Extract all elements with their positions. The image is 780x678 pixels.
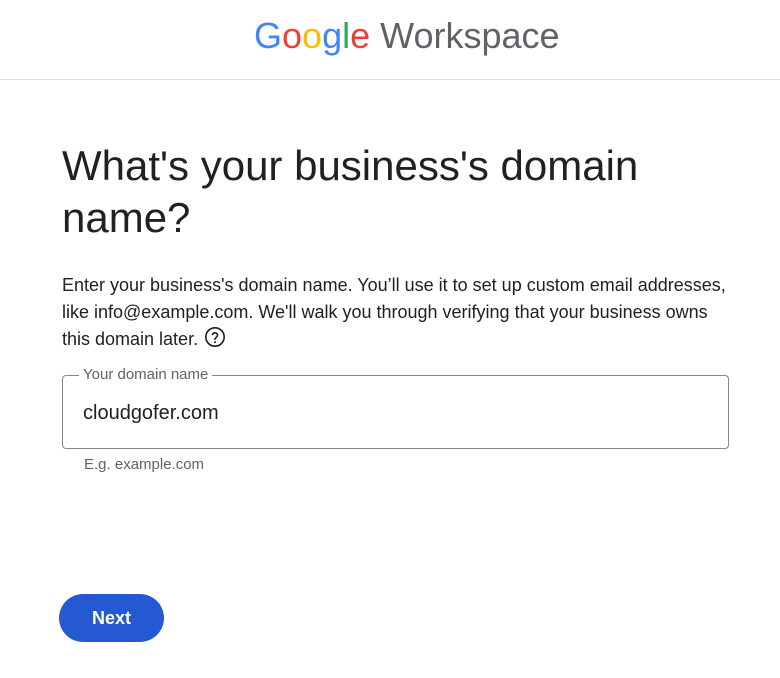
logo-letter: G bbox=[254, 15, 283, 56]
logo-letter: l bbox=[342, 15, 351, 56]
google-workspace-logo: Google Workspace bbox=[254, 14, 560, 58]
logo-letter: o bbox=[302, 15, 323, 56]
page-description: Enter your business's domain name. You’l… bbox=[62, 272, 732, 353]
domain-name-input[interactable] bbox=[83, 400, 703, 426]
logo-letter: g bbox=[322, 15, 343, 56]
logo-letter: o bbox=[282, 15, 303, 56]
logo-product-name: Workspace bbox=[380, 15, 560, 56]
domain-name-field[interactable]: Your domain name bbox=[62, 365, 729, 449]
logo-letter: e bbox=[350, 15, 371, 56]
header: Google Workspace bbox=[0, 0, 780, 80]
description-text: Enter your business's domain name. You’l… bbox=[62, 275, 726, 349]
page-title: What's your business's domain name? bbox=[62, 142, 639, 241]
domain-name-label: Your domain name bbox=[79, 365, 213, 385]
help-circle-icon[interactable] bbox=[204, 326, 226, 348]
next-button[interactable]: Next bbox=[59, 594, 164, 642]
domain-name-hint: E.g. example.com bbox=[84, 456, 205, 473]
